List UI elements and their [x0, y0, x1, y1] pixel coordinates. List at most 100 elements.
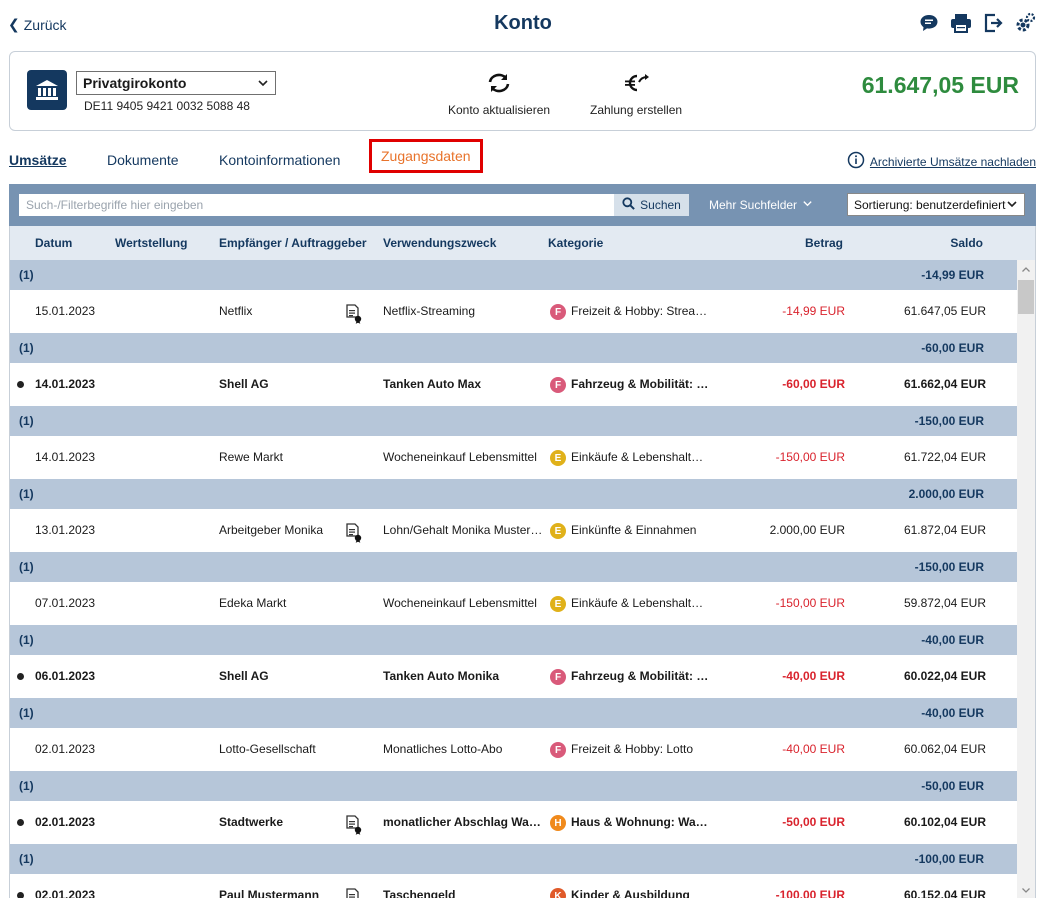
chat-icon[interactable] — [918, 12, 940, 34]
transaction-category[interactable]: Freizeit & Hobby: Lotto — [571, 742, 709, 756]
transaction-category[interactable]: Einkünfte & Einnahmen — [571, 523, 709, 537]
tab-umsaetze[interactable]: Umsätze — [9, 152, 67, 168]
transaction-saldo: 61.722,04 EUR — [903, 450, 986, 464]
transaction-category[interactable]: Kinder & Ausbildung — [571, 888, 709, 898]
transaction-payee: Edeka Markt — [219, 596, 287, 610]
group-row[interactable]: (1) -60,00 EUR — [10, 333, 1018, 363]
document-icon[interactable] — [345, 304, 363, 324]
col-saldo[interactable]: Saldo — [950, 236, 983, 250]
transaction-amount: -50,00 EUR — [782, 815, 845, 829]
group-sum: -14,99 EUR — [921, 268, 984, 282]
group-row[interactable]: (1) -40,00 EUR — [10, 698, 1018, 728]
col-kategorie[interactable]: Kategorie — [548, 236, 603, 250]
table-scrollbar[interactable] — [1017, 260, 1035, 898]
euro-transfer-icon — [622, 72, 650, 97]
group-sum: -60,00 EUR — [921, 341, 984, 355]
group-row[interactable]: (1) -50,00 EUR — [10, 771, 1018, 801]
transaction-row[interactable]: 02.01.2023 Lotto-Gesellschaft Monatliches … — [10, 728, 1018, 771]
transaction-amount: -150,00 EUR — [775, 450, 845, 464]
tab-dokumente[interactable]: Dokumente — [107, 152, 179, 168]
transaction-category[interactable]: Haus & Wohnung: Wasser — [571, 815, 709, 829]
transaction-row[interactable]: 02.01.2023 Stadtwerke monatlicher Abschlag… — [10, 801, 1018, 844]
page-title: Konto — [494, 12, 552, 34]
document-icon[interactable] — [345, 523, 363, 543]
group-row[interactable]: (1) -40,00 EUR — [10, 625, 1018, 655]
transaction-row[interactable]: 02.01.2023 Paul Mustermann Taschengeld K Kin… — [10, 874, 1018, 898]
transaction-category[interactable]: Freizeit & Hobby: Streaming — [571, 304, 709, 318]
transaction-date: 14.01.2023 — [35, 450, 96, 464]
transaction-saldo: 61.872,04 EUR — [903, 523, 986, 537]
transaction-category[interactable]: Einkäufe & Lebenshaltung — [571, 596, 709, 610]
archive-reload-link[interactable]: Archivierte Umsätze nachladen — [847, 151, 1036, 172]
group-count: (1) — [19, 487, 34, 501]
transaction-amount: -60,00 EUR — [782, 377, 845, 391]
transaction-date: 15.01.2023 — [35, 304, 96, 318]
group-row[interactable]: (1) -100,00 EUR — [10, 844, 1018, 874]
refresh-icon — [486, 72, 512, 97]
print-icon[interactable] — [950, 12, 972, 34]
group-row[interactable]: (1) -14,99 EUR — [10, 260, 1018, 290]
document-icon[interactable] — [345, 815, 363, 835]
col-verwendungszweck[interactable]: Verwendungszweck — [383, 236, 496, 250]
account-panel: Privatgirokonto DE11 9405 9421 0032 5088… — [9, 51, 1036, 131]
group-row[interactable]: (1) -150,00 EUR — [10, 406, 1018, 436]
group-count: (1) — [19, 852, 34, 866]
tab-kontoinformationen[interactable]: Kontoinformationen — [219, 152, 340, 168]
account-select[interactable]: Privatgirokonto — [76, 71, 276, 95]
search-button[interactable]: Suchen — [614, 194, 689, 216]
transaction-category[interactable]: Fahrzeug & Mobilität: Tanken — [571, 669, 709, 683]
settings-icon[interactable] — [1014, 12, 1036, 34]
transaction-purpose: Monatliches Lotto-Abo — [383, 742, 503, 756]
unread-indicator — [17, 892, 24, 898]
chevron-down-icon — [257, 76, 269, 92]
create-payment-button[interactable]: Zahlung erstellen — [590, 72, 682, 117]
transaction-payee: Lotto-Gesellschaft — [219, 742, 316, 756]
group-row[interactable]: (1) 2.000,00 EUR — [10, 479, 1018, 509]
transaction-row[interactable]: 14.01.2023 Shell AG Tanken Auto Max F Fahrze… — [10, 363, 1018, 406]
col-datum[interactable]: Datum — [35, 236, 72, 250]
back-button[interactable]: ❮ Zurück — [8, 16, 67, 33]
scrollbar-thumb[interactable] — [1018, 280, 1034, 314]
transaction-row[interactable]: 13.01.2023 Arbeitgeber Monika Lohn/Gehalt … — [10, 509, 1018, 552]
transaction-date: 06.01.2023 — [35, 669, 96, 683]
col-empfaenger[interactable]: Empfänger / Auftraggeber — [219, 236, 367, 250]
chevron-up-icon[interactable] — [1021, 264, 1031, 274]
transaction-row[interactable]: 06.01.2023 Shell AG Tanken Auto Monika F Fah… — [10, 655, 1018, 698]
back-label: Zurück — [23, 16, 67, 33]
transaction-saldo: 60.062,04 EUR — [903, 742, 986, 756]
search-input[interactable] — [19, 194, 615, 216]
bank-icon — [27, 70, 67, 110]
archive-link-label: Archivierte Umsätze nachladen — [869, 154, 1036, 169]
transaction-payee: Stadtwerke — [219, 815, 284, 829]
payment-label: Zahlung erstellen — [590, 103, 683, 117]
transaction-row[interactable]: 15.01.2023 Netflix Netflix-Streaming F Freiz… — [10, 290, 1018, 333]
transaction-row[interactable]: 07.01.2023 Edeka Markt Wocheneinkauf Leben… — [10, 582, 1018, 625]
category-badge-icon: H — [550, 815, 566, 831]
transaction-amount: 2.000,00 EUR — [769, 523, 845, 537]
group-count: (1) — [19, 706, 34, 720]
more-search-fields-toggle[interactable]: Mehr Suchfelder — [709, 198, 813, 212]
transaction-saldo: 60.102,04 EUR — [903, 815, 986, 829]
chevron-down-icon[interactable] — [1021, 884, 1031, 894]
tab-zugangsdaten[interactable]: Zugangsdaten — [369, 139, 483, 173]
sort-select[interactable]: Sortierung: benutzerdefiniert — [847, 193, 1025, 216]
transaction-payee: Shell AG — [219, 669, 269, 683]
transaction-saldo: 60.022,04 EUR — [903, 669, 986, 683]
logout-icon[interactable] — [982, 12, 1004, 34]
transaction-category[interactable]: Einkäufe & Lebenshaltung — [571, 450, 709, 464]
col-betrag[interactable]: Betrag — [805, 236, 843, 250]
transaction-row[interactable]: 14.01.2023 Rewe Markt Wocheneinkauf Lebens… — [10, 436, 1018, 479]
transaction-purpose: Tanken Auto Monika — [383, 669, 500, 683]
document-icon[interactable] — [345, 888, 363, 898]
refresh-label: Konto aktualisieren — [448, 103, 551, 117]
col-wertstellung[interactable]: Wertstellung — [115, 236, 187, 250]
transaction-date: 07.01.2023 — [35, 596, 96, 610]
transaction-category[interactable]: Fahrzeug & Mobilität: Tanken — [571, 377, 709, 391]
group-sum: -150,00 EUR — [914, 560, 984, 574]
transaction-date: 02.01.2023 — [35, 888, 96, 898]
refresh-account-button[interactable]: Konto aktualisieren — [448, 72, 550, 117]
group-row[interactable]: (1) -150,00 EUR — [10, 552, 1018, 582]
account-iban: DE11 9405 9421 0032 5088 48 — [84, 99, 250, 113]
transaction-payee: Arbeitgeber Monika — [219, 523, 324, 537]
group-count: (1) — [19, 779, 34, 793]
